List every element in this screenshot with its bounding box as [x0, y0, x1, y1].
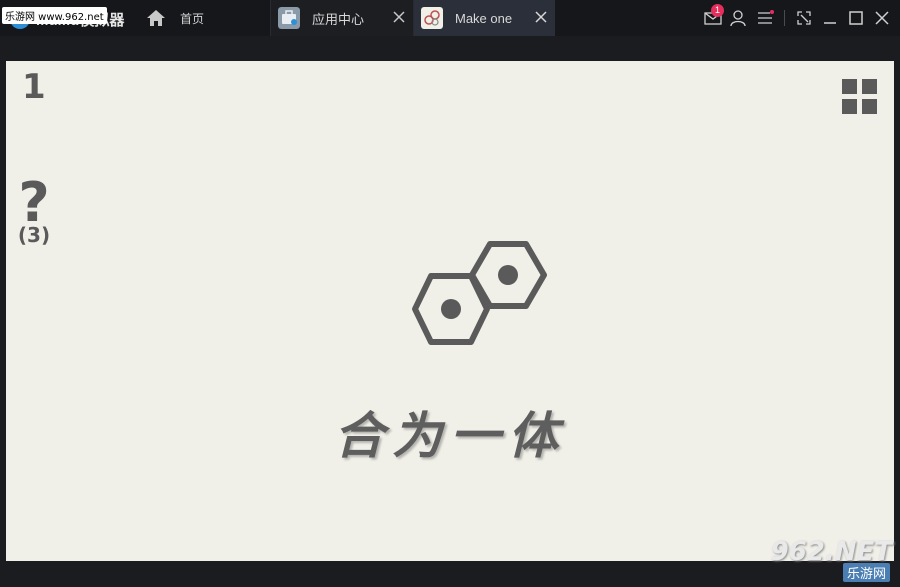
separator — [784, 10, 785, 26]
hint-count: (3) — [17, 223, 51, 247]
tab-close-icon[interactable] — [391, 9, 407, 25]
watermark-label: 乐游网 www.962.net — [2, 7, 107, 24]
tab-app-center[interactable]: 应用中心 — [270, 0, 413, 36]
briefcase-icon — [278, 7, 300, 29]
maximize-icon[interactable] — [846, 8, 866, 28]
menu-icon[interactable] — [755, 8, 775, 28]
tab-close-icon[interactable] — [533, 9, 549, 25]
level-menu-grid-icon[interactable] — [842, 79, 878, 115]
watermark-subtext: 乐游网 — [842, 563, 890, 582]
hint-button[interactable]: ? (3) — [14, 171, 54, 247]
tab-app-center-label: 应用中心 — [312, 11, 365, 27]
close-icon[interactable] — [872, 8, 892, 28]
minimize-icon[interactable] — [820, 8, 840, 28]
game-title: 合为一体 — [334, 406, 566, 465]
hexagons-logo-icon — [412, 241, 547, 345]
user-icon[interactable] — [728, 8, 748, 28]
tab-home-label: 首页 — [180, 11, 205, 26]
watermark-logo: 962.NET 乐游网 — [762, 537, 896, 583]
home-icon — [147, 10, 165, 26]
title-bar: MuMu模拟器 乐游网 www.962.net 首页 应用中心 Make one — [0, 0, 900, 36]
tab-make-one-label: Make one — [455, 10, 513, 26]
tab-home[interactable]: 首页 — [142, 0, 268, 36]
game-screen[interactable]: 1 ? (3) 合为一体 — [6, 61, 894, 561]
app-logo: MuMu模拟器 乐游网 www.962.net — [0, 0, 140, 36]
tab-make-one[interactable]: Make one — [413, 0, 555, 36]
notification-badge: 1 — [711, 4, 724, 17]
level-number: 1 — [22, 67, 46, 107]
hexagons-app-icon — [421, 7, 443, 29]
screenshot-icon[interactable] — [794, 8, 814, 28]
